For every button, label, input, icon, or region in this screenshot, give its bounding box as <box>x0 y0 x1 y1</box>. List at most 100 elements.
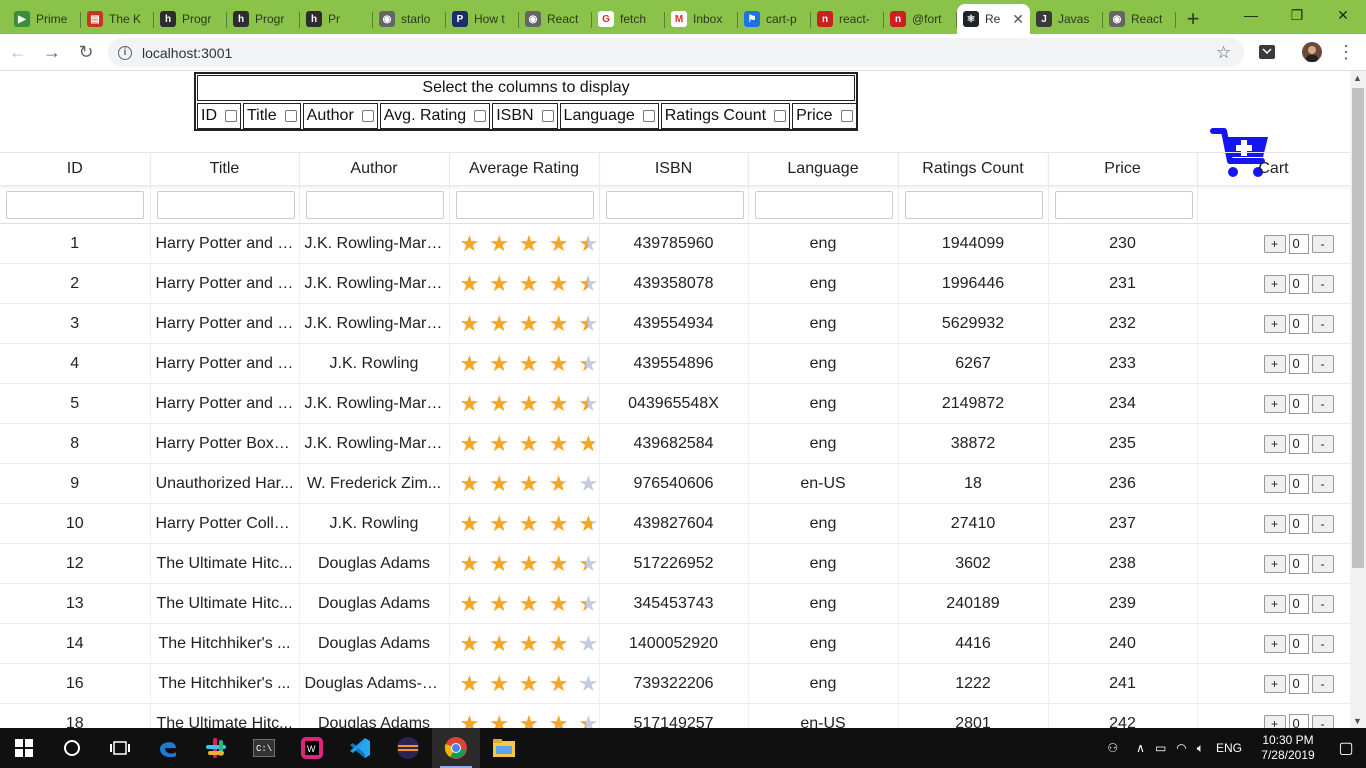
column-checkbox[interactable] <box>361 110 374 122</box>
edge-browser-icon[interactable] <box>144 728 192 768</box>
increment-button[interactable]: + <box>1263 674 1286 693</box>
slack-icon[interactable] <box>192 728 240 768</box>
quantity-value[interactable]: 0 <box>1288 233 1309 254</box>
forward-icon[interactable]: → <box>36 36 68 68</box>
column-checkbox[interactable] <box>774 110 787 122</box>
browser-tab[interactable]: ◉ React <box>1103 4 1176 34</box>
browser-tab[interactable]: ◉ starlo <box>373 4 446 34</box>
quantity-value[interactable]: 0 <box>1288 513 1309 534</box>
decrement-button[interactable]: - <box>1311 274 1334 293</box>
back-icon[interactable]: ← <box>2 36 34 68</box>
column-filter-input[interactable] <box>904 190 1043 219</box>
site-info-icon[interactable]: i <box>118 45 132 60</box>
column-header[interactable]: Title <box>150 152 300 186</box>
browser-tab[interactable]: P How t <box>446 4 519 34</box>
increment-button[interactable]: + <box>1263 314 1286 333</box>
webstorm-icon[interactable]: W <box>288 728 336 768</box>
menu-kebab-icon[interactable]: ⋮ <box>1336 42 1356 62</box>
column-filter-input[interactable] <box>305 190 444 219</box>
browser-tab[interactable]: ▤ The K <box>81 4 154 34</box>
browser-tab[interactable]: h Progr <box>154 4 227 34</box>
vertical-scrollbar[interactable]: ▲ ▼ <box>1350 71 1366 728</box>
increment-button[interactable]: + <box>1263 554 1286 573</box>
increment-button[interactable]: + <box>1263 394 1286 413</box>
browser-tab[interactable]: ⚑ cart-p <box>738 4 811 34</box>
scroll-up-arrow-icon[interactable]: ▲ <box>1353 73 1362 83</box>
increment-button[interactable]: + <box>1263 474 1286 493</box>
browser-tab[interactable]: h Pr <box>300 4 373 34</box>
close-window-icon[interactable]: ✕ <box>1320 0 1366 30</box>
increment-button[interactable]: + <box>1263 514 1286 533</box>
decrement-button[interactable]: - <box>1311 714 1334 728</box>
column-checkbox[interactable] <box>642 110 655 122</box>
decrement-button[interactable]: - <box>1311 554 1334 573</box>
column-header[interactable]: Ratings Count <box>898 152 1049 186</box>
column-header[interactable]: Price <box>1048 152 1198 186</box>
browser-tab[interactable]: ◉ React <box>519 4 592 34</box>
browser-tab[interactable]: Gfetch <box>592 4 665 34</box>
people-icon[interactable]: ⚇ <box>1107 741 1118 755</box>
column-checkbox[interactable] <box>474 110 487 122</box>
decrement-button[interactable]: - <box>1311 314 1334 333</box>
column-checkbox[interactable] <box>541 110 554 122</box>
cortana-search-icon[interactable] <box>48 728 96 768</box>
increment-button[interactable]: + <box>1263 274 1286 293</box>
minimize-icon[interactable]: — <box>1228 0 1274 30</box>
volume-icon[interactable]: 🔈︎ <box>1197 741 1204 756</box>
column-filter-input[interactable] <box>6 190 144 219</box>
eclipse-icon[interactable] <box>384 728 432 768</box>
maximize-icon[interactable]: ❐ <box>1274 0 1320 30</box>
column-filter-input[interactable] <box>455 190 594 219</box>
quantity-value[interactable]: 0 <box>1288 593 1309 614</box>
tab-close-icon[interactable]: ✕ <box>1012 11 1024 28</box>
decrement-button[interactable]: - <box>1311 594 1334 613</box>
increment-button[interactable]: + <box>1263 354 1286 373</box>
decrement-button[interactable]: - <box>1311 434 1334 453</box>
column-filter-input[interactable] <box>754 190 893 219</box>
column-filter-input[interactable] <box>156 190 295 219</box>
browser-tab[interactable]: h Progr <box>227 4 300 34</box>
tray-chevron-icon[interactable]: ∧ <box>1136 741 1145 755</box>
new-tab-button[interactable]: + <box>1176 4 1210 34</box>
increment-button[interactable]: + <box>1263 594 1286 613</box>
decrement-button[interactable]: - <box>1311 674 1334 693</box>
decrement-button[interactable]: - <box>1311 394 1334 413</box>
windows-start-icon[interactable] <box>0 728 48 768</box>
battery-icon[interactable]: ▭ <box>1155 741 1166 755</box>
column-filter-input[interactable] <box>1054 190 1193 219</box>
column-header[interactable]: Language <box>748 152 899 186</box>
extension-icon[interactable] <box>1257 42 1277 62</box>
vscode-icon[interactable] <box>336 728 384 768</box>
column-header[interactable]: ISBN <box>599 152 749 186</box>
decrement-button[interactable]: - <box>1311 514 1334 533</box>
browser-tab[interactable]: J Javas <box>1030 4 1103 34</box>
column-checkbox[interactable] <box>225 110 237 122</box>
quantity-value[interactable]: 0 <box>1288 393 1309 414</box>
column-checkbox[interactable] <box>840 110 853 122</box>
column-header[interactable]: Average Rating <box>449 152 600 186</box>
column-checkbox[interactable] <box>284 110 297 122</box>
quantity-value[interactable]: 0 <box>1288 553 1309 574</box>
browser-tab[interactable]: n @fort <box>884 4 957 34</box>
notifications-icon[interactable]: ▢ <box>1326 738 1366 758</box>
bookmark-star-icon[interactable]: ☆ <box>1216 43 1236 63</box>
browser-tab[interactable]: n react- <box>811 4 884 34</box>
wifi-icon[interactable]: ◠ <box>1176 741 1186 755</box>
quantity-value[interactable]: 0 <box>1288 353 1309 374</box>
chrome-icon[interactable] <box>432 728 480 768</box>
file-explorer-icon[interactable] <box>480 728 528 768</box>
increment-button[interactable]: + <box>1263 714 1286 728</box>
decrement-button[interactable]: - <box>1311 634 1334 653</box>
increment-button[interactable]: + <box>1263 634 1286 653</box>
increment-button[interactable]: + <box>1263 434 1286 453</box>
language-indicator[interactable]: ENG <box>1216 741 1242 755</box>
column-header[interactable]: Author <box>299 152 450 186</box>
address-bar[interactable]: i localhost:3001 ☆ <box>108 38 1244 67</box>
column-header[interactable]: Cart <box>1197 152 1350 186</box>
clock[interactable]: 10:30 PM 7/28/2019 <box>1250 733 1326 763</box>
reload-icon[interactable]: ↻ <box>70 36 102 68</box>
increment-button[interactable]: + <box>1263 234 1286 253</box>
decrement-button[interactable]: - <box>1311 474 1334 493</box>
browser-tab[interactable]: ▶ Prime <box>8 4 81 34</box>
quantity-value[interactable]: 0 <box>1288 433 1309 454</box>
